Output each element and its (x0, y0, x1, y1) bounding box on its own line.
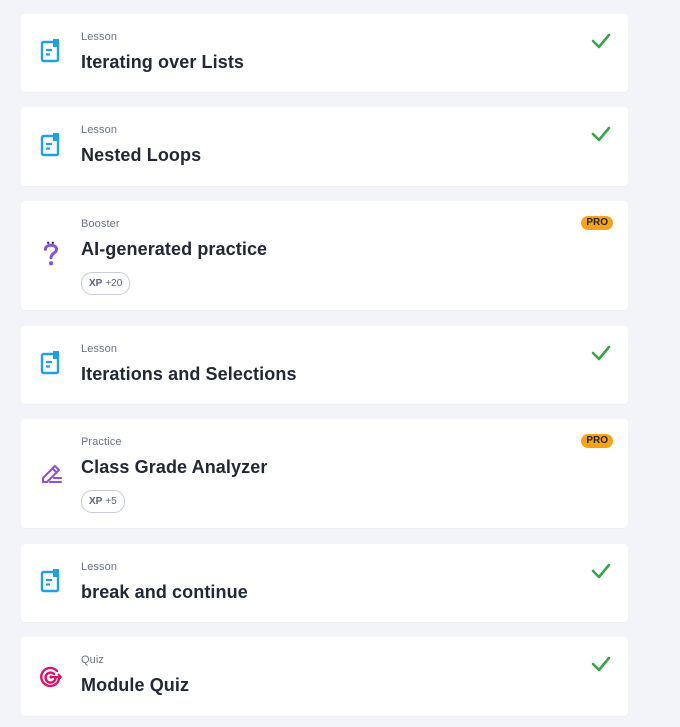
xp-reward-badge: XP +5 (81, 490, 125, 513)
lesson-document-icon (40, 569, 60, 593)
item-title[interactable]: AI-generated practice (81, 239, 267, 260)
list-item-break-and-continue[interactable]: Lesson break and continue (21, 544, 628, 622)
xp-value: +20 (105, 278, 123, 289)
completed-check-icon (591, 656, 611, 672)
list-item-iterating-over-lists[interactable]: Lesson Iterating over Lists (21, 14, 628, 92)
completed-check-icon (591, 345, 611, 361)
item-title[interactable]: Iterating over Lists (81, 52, 244, 73)
list-item-nested-loops[interactable]: Lesson Nested Loops (21, 107, 628, 186)
list-item-ai-generated-practice[interactable]: Booster AI-generated practice PRO XP +20 (21, 201, 628, 310)
item-title[interactable]: Nested Loops (81, 145, 201, 166)
xp-label: XP (89, 496, 103, 507)
target-icon (40, 666, 63, 688)
list-item-iterations-and-selections[interactable]: Lesson Iterations and Selections (21, 326, 628, 404)
item-type-label: Quiz (81, 654, 105, 666)
xp-reward-badge: XP +20 (81, 272, 131, 295)
list-item-class-grade-analyzer[interactable]: Practice Class Grade Analyzer PRO XP +5 (21, 419, 628, 528)
item-type-label: Lesson (81, 343, 118, 355)
lesson-document-icon (40, 39, 60, 63)
lesson-document-icon (40, 351, 60, 375)
completed-check-icon (591, 33, 611, 49)
item-title[interactable]: Module Quiz (81, 675, 189, 696)
list-item-module-quiz[interactable]: Quiz Module Quiz (21, 637, 628, 716)
item-title[interactable]: Iterations and Selections (81, 364, 297, 385)
item-type-label: Booster (81, 218, 120, 230)
completed-check-icon (591, 126, 611, 142)
lesson-document-icon (40, 133, 60, 157)
pro-badge: PRO (581, 216, 613, 230)
question-mark-icon (43, 241, 59, 266)
pencil-edit-icon (42, 465, 62, 483)
pro-badge: PRO (581, 434, 613, 448)
item-type-label: Lesson (81, 31, 118, 43)
item-title[interactable]: break and continue (81, 582, 248, 603)
item-type-label: Lesson (81, 124, 118, 136)
item-type-label: Practice (81, 436, 122, 448)
item-title[interactable]: Class Grade Analyzer (81, 457, 267, 478)
item-type-label: Lesson (81, 561, 118, 573)
completed-check-icon (591, 563, 611, 579)
xp-value: +5 (105, 496, 117, 507)
xp-label: XP (89, 278, 103, 289)
